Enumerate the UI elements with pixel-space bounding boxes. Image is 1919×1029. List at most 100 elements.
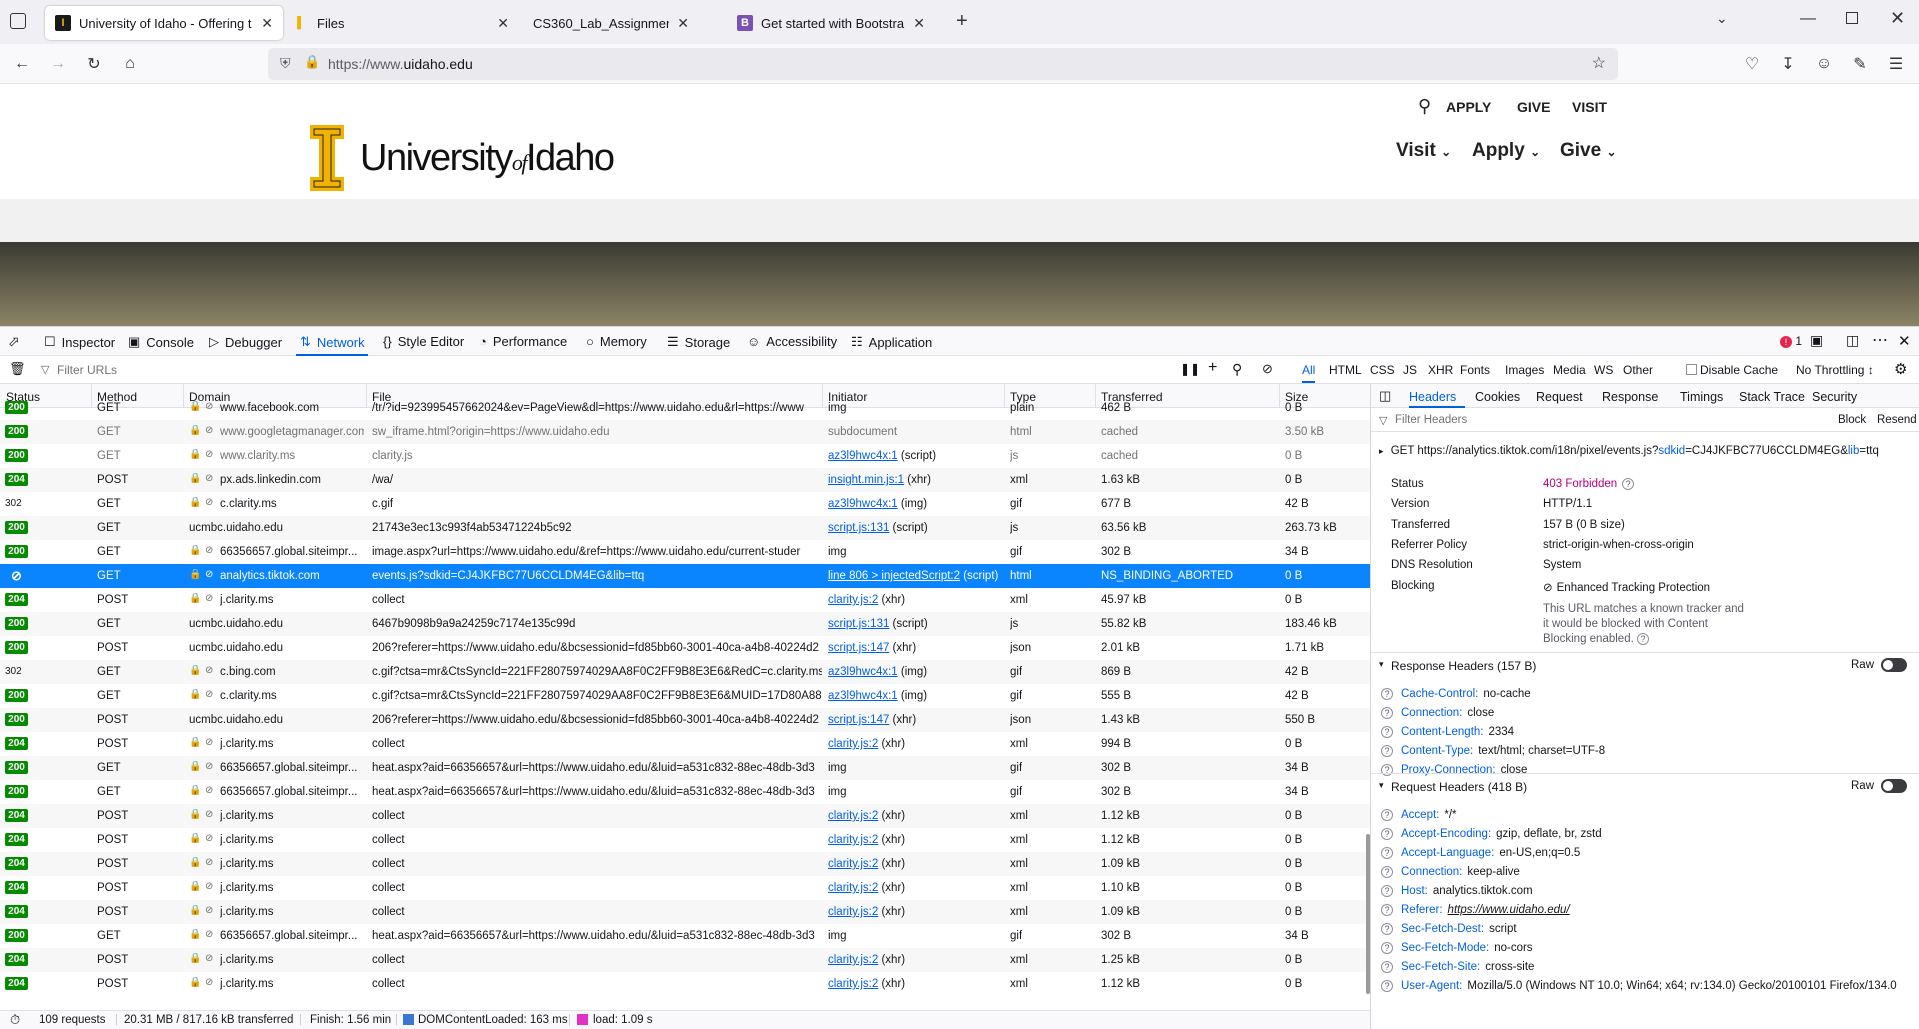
initiator-cell[interactable]: line 806 > injectedScript:2 (script) xyxy=(828,570,1003,582)
table-row[interactable]: 200 GET 🔒 ⊘ 66356657.global.siteimpr... heat.… xyxy=(0,756,1370,780)
browser-tab[interactable]: CS360_Lab_Assignment 2.pdf - CS3 ✕ xyxy=(499,6,699,40)
table-row[interactable]: 200 GET 🔒 ⊘ www.clarity.ms clarity.js az3l9hwc… xyxy=(0,444,1370,468)
initiator-cell[interactable]: script.js:147 (xhr) xyxy=(828,714,1003,726)
help-icon[interactable]: ? xyxy=(1381,745,1393,757)
header-row[interactable]: ? Cache-Control: no-cache xyxy=(1381,688,1531,700)
table-row[interactable]: 204 POST 🔒 ⊘ j.clarity.ms collect clarity.js:2… xyxy=(0,588,1370,612)
side-tab-response[interactable]: Response xyxy=(1602,390,1658,404)
initiator-cell[interactable]: clarity.js:2 (xhr) xyxy=(828,978,1003,990)
url-text[interactable]: https://www.uidaho.edu xyxy=(328,56,473,72)
initiator-link[interactable]: script.js:131 xyxy=(828,618,889,630)
trash-icon[interactable]: 🗑 xyxy=(9,361,26,377)
help-icon[interactable]: ? xyxy=(1381,847,1393,859)
raw-toggle[interactable] xyxy=(1881,658,1907,672)
throttling-select[interactable]: No Throttling ↕ xyxy=(1796,363,1874,377)
raw-toggle[interactable] xyxy=(1881,779,1907,793)
devtools-tab-console[interactable]: ▣ Console xyxy=(128,334,194,350)
disable-cache-checkbox[interactable]: Disable Cache xyxy=(1686,363,1778,377)
type-filter-ws[interactable]: WS xyxy=(1594,363,1613,377)
initiator-link[interactable]: clarity.js:2 xyxy=(828,954,878,966)
type-filter-images[interactable]: Images xyxy=(1505,363,1544,377)
filter-urls-input[interactable]: Filter URLs xyxy=(57,363,1157,377)
help-icon[interactable]: ? xyxy=(1381,942,1393,954)
initiator-cell[interactable]: script.js:131 (script) xyxy=(828,522,1003,534)
initiator-link[interactable]: az3l9hwc4x:1 xyxy=(828,498,898,510)
initiator-link[interactable]: script.js:147 xyxy=(828,642,889,654)
close-tab-icon[interactable]: ✕ xyxy=(261,15,273,32)
type-filter-xhr[interactable]: XHR xyxy=(1428,363,1453,377)
table-row[interactable]: 204 POST 🔒 ⊘ j.clarity.ms collect clarity.js:2… xyxy=(0,852,1370,876)
initiator-cell[interactable]: clarity.js:2 (xhr) xyxy=(828,906,1003,918)
initiator-link[interactable]: insight.min.js:1 xyxy=(828,474,904,486)
header-row[interactable]: ? Accept: */* xyxy=(1381,809,1457,821)
minimize-button[interactable]: — xyxy=(1800,10,1816,28)
initiator-link[interactable]: clarity.js:2 xyxy=(828,834,878,846)
initiator-cell[interactable]: clarity.js:2 (xhr) xyxy=(828,858,1003,870)
table-row[interactable]: 200 GET 🔒 ⊘ 66356657.global.siteimpr... heat.… xyxy=(0,924,1370,948)
pocket-icon[interactable]: ♡ xyxy=(1740,52,1764,76)
close-tab-icon[interactable]: ✕ xyxy=(677,15,689,32)
table-row[interactable]: 200 GET 🔒 ⊘ c.clarity.ms c.gif?ctsa=mr&CtsSyn… xyxy=(0,684,1370,708)
initiator-cell[interactable]: insight.min.js:1 (xhr) xyxy=(828,474,1003,486)
help-icon[interactable]: ? xyxy=(1381,885,1393,897)
side-tab-cookies[interactable]: Cookies xyxy=(1475,390,1520,404)
initiator-link[interactable]: clarity.js:2 xyxy=(828,978,878,990)
help-icon[interactable]: ? xyxy=(1381,707,1393,719)
help-icon[interactable]: ? xyxy=(1381,904,1393,916)
filter-headers-input[interactable]: Filter Headers xyxy=(1395,414,1467,426)
side-tab-headers[interactable]: Headers xyxy=(1409,390,1456,404)
initiator-link[interactable]: clarity.js:2 xyxy=(828,906,878,918)
initiator-link[interactable]: az3l9hwc4x:1 xyxy=(828,450,898,462)
restore-button[interactable] xyxy=(1846,12,1858,24)
side-tab-request[interactable]: Request xyxy=(1536,390,1583,404)
devtools-tab-storage[interactable]: ☰ Storage xyxy=(667,334,730,350)
help-icon[interactable]: ? xyxy=(1381,980,1393,992)
top-link-give[interactable]: GIVE xyxy=(1517,99,1550,115)
help-icon[interactable]: ? xyxy=(1637,633,1649,645)
initiator-link[interactable]: clarity.js:2 xyxy=(828,810,878,822)
help-icon[interactable]: ? xyxy=(1381,923,1393,935)
initiator-cell[interactable]: az3l9hwc4x:1 (img) xyxy=(828,690,1003,702)
new-tab-button[interactable]: + xyxy=(956,10,968,33)
search-icon[interactable]: ⚲ xyxy=(1418,96,1431,117)
table-row[interactable]: 204 POST 🔒 ⊘ j.clarity.ms collect clarity.js:2… xyxy=(0,948,1370,972)
table-row[interactable]: 204 POST 🔒 ⊘ j.clarity.ms collect clarity.js:2… xyxy=(0,900,1370,924)
help-icon[interactable]: ? xyxy=(1622,478,1635,490)
initiator-cell[interactable]: script.js:131 (script) xyxy=(828,618,1003,630)
url-bar[interactable]: ⛨ 🔒 https://www.uidaho.edu ☆ xyxy=(268,48,1618,80)
account-icon[interactable]: ☺ xyxy=(1812,52,1836,76)
devtools-tab-memory[interactable]: ○ Memory xyxy=(586,334,647,349)
request-headers-section[interactable]: ▾ Request Headers (418 B) Raw xyxy=(1371,773,1919,797)
table-row[interactable]: 200 GET 🔒 ⊘ 66356657.global.siteimpr... image… xyxy=(0,540,1370,564)
initiator-link[interactable]: line 806 > injectedScript:2 xyxy=(828,570,960,582)
table-row[interactable]: ⊘ GET 🔒 ⊘ analytics.tiktok.com events.js?sdki… xyxy=(0,564,1370,588)
devtools-tab-style-editor[interactable]: {} Style Editor xyxy=(383,334,464,349)
block-button[interactable]: Block xyxy=(1838,414,1866,426)
initiator-link[interactable]: script.js:131 xyxy=(828,522,889,534)
resend-button[interactable]: Resend xyxy=(1877,414,1917,426)
initiator-link[interactable]: clarity.js:2 xyxy=(828,882,878,894)
initiator-cell[interactable]: az3l9hwc4x:1 (img) xyxy=(828,498,1003,510)
initiator-cell[interactable]: az3l9hwc4x:1 (script) xyxy=(828,450,1003,462)
toggle-sidebar-icon[interactable]: ◫ xyxy=(1379,388,1391,404)
table-row[interactable]: 200 GET 🔒 ⊘ www.googletagmanager.com sw_ifram… xyxy=(0,420,1370,444)
side-tab-security[interactable]: Security xyxy=(1812,390,1857,404)
initiator-link[interactable]: az3l9hwc4x:1 xyxy=(828,666,898,678)
extensions-icon[interactable]: ✎ xyxy=(1848,52,1872,76)
main-nav-give[interactable]: Give ⌄ xyxy=(1560,140,1617,162)
table-row[interactable]: 200 POST ucmbc.uidaho.edu 206?referer=https… xyxy=(0,636,1370,660)
help-icon[interactable]: ? xyxy=(1381,726,1393,738)
main-nav-apply[interactable]: Apply ⌄ xyxy=(1472,140,1540,162)
browser-tab[interactable]: B Get started with Bootstrap · Boo ✕ xyxy=(727,6,935,40)
initiator-cell[interactable]: clarity.js:2 (xhr) xyxy=(828,882,1003,894)
initiator-link[interactable]: clarity.js:2 xyxy=(828,858,878,870)
header-row[interactable]: ? User-Agent: Mozilla/5.0 (Windows NT 10.0… xyxy=(1381,980,1897,992)
header-row[interactable]: ? Content-Length: 2334 xyxy=(1381,726,1514,738)
header-row[interactable]: ? Sec-Fetch-Site: cross-site xyxy=(1381,961,1534,973)
table-row[interactable]: 204 POST 🔒 ⊘ j.clarity.ms collect clarity.js:2… xyxy=(0,804,1370,828)
reload-button[interactable]: ↻ xyxy=(82,52,106,76)
header-row[interactable]: ? Connection: keep-alive xyxy=(1381,866,1520,878)
initiator-cell[interactable]: clarity.js:2 (xhr) xyxy=(828,594,1003,606)
table-row[interactable]: 204 POST 🔒 ⊘ j.clarity.ms collect clarity.js:2… xyxy=(0,876,1370,900)
type-filter-js[interactable]: JS xyxy=(1403,363,1417,377)
